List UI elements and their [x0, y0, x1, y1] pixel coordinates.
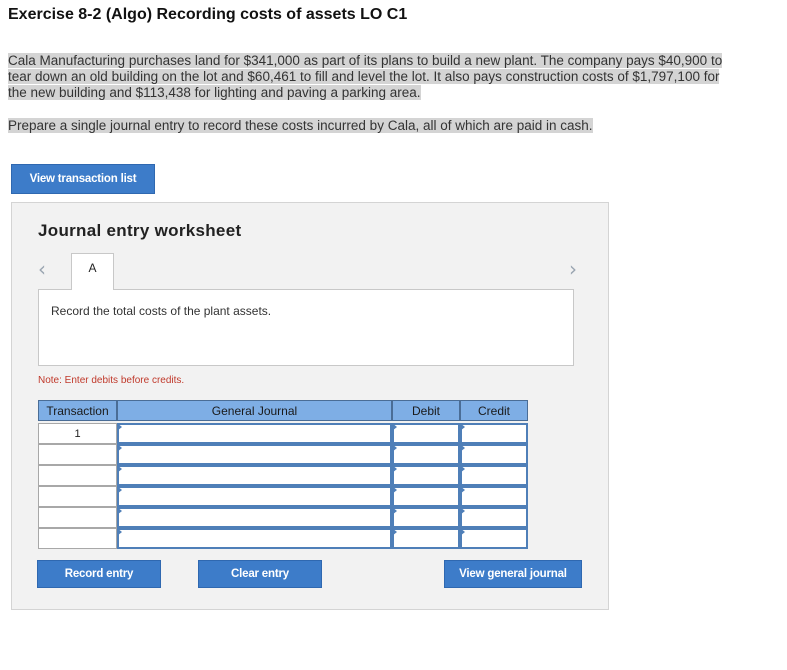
account-input[interactable] — [117, 486, 392, 507]
debit-input[interactable] — [392, 423, 460, 444]
journal-entry-worksheet: Journal entry worksheet ‹ A › Record the… — [11, 202, 609, 610]
transaction-cell — [38, 507, 117, 528]
account-input[interactable] — [117, 528, 392, 549]
header-transaction: Transaction — [38, 400, 117, 421]
transaction-cell — [38, 528, 117, 549]
account-input[interactable] — [117, 507, 392, 528]
credit-input[interactable] — [460, 507, 528, 528]
credit-input[interactable] — [460, 486, 528, 507]
header-debit: Debit — [392, 400, 460, 421]
header-general-journal: General Journal — [117, 400, 392, 421]
exercise-title: Exercise 8-2 (Algo) Recording costs of a… — [8, 6, 408, 23]
instruction-line: Prepare a single journal entry to record… — [8, 118, 593, 133]
problem-line-2: tear down an old building on the lot and… — [8, 69, 720, 84]
debit-input[interactable] — [392, 528, 460, 549]
entry-description: Record the total costs of the plant asse… — [51, 304, 272, 318]
record-entry-button[interactable]: Record entry — [37, 560, 161, 588]
tab-a[interactable]: A — [71, 253, 114, 290]
header-credit: Credit — [460, 400, 528, 421]
account-input[interactable] — [117, 465, 392, 486]
chevron-left-icon[interactable]: ‹ — [38, 257, 46, 281]
credit-input[interactable] — [460, 465, 528, 486]
transaction-cell — [38, 486, 117, 507]
worksheet-title: Journal entry worksheet — [38, 221, 242, 240]
debit-input[interactable] — [392, 444, 460, 465]
credit-input[interactable] — [460, 528, 528, 549]
clear-entry-button[interactable]: Clear entry — [198, 560, 322, 588]
chevron-right-icon[interactable]: › — [569, 257, 577, 281]
view-general-journal-button[interactable]: View general journal — [444, 560, 582, 588]
transaction-cell — [38, 444, 117, 465]
problem-text: Cala Manufacturing purchases land for $3… — [8, 53, 768, 101]
credit-input[interactable] — [460, 423, 528, 444]
debit-input[interactable] — [392, 465, 460, 486]
instruction-text: Prepare a single journal entry to record… — [8, 118, 593, 134]
problem-line-3: the new building and $113,438 for lighti… — [8, 85, 421, 100]
problem-line-1: Cala Manufacturing purchases land for $3… — [8, 53, 723, 68]
debit-input[interactable] — [392, 507, 460, 528]
credit-input[interactable] — [460, 444, 528, 465]
entry-description-box: Record the total costs of the plant asse… — [38, 289, 574, 366]
account-input[interactable] — [117, 423, 392, 444]
view-transaction-list-button[interactable]: View transaction list — [11, 164, 155, 194]
debit-credit-note: Note: Enter debits before credits. — [38, 375, 185, 386]
account-input[interactable] — [117, 444, 392, 465]
transaction-cell: 1 — [38, 423, 117, 444]
transaction-cell — [38, 465, 117, 486]
debit-input[interactable] — [392, 486, 460, 507]
